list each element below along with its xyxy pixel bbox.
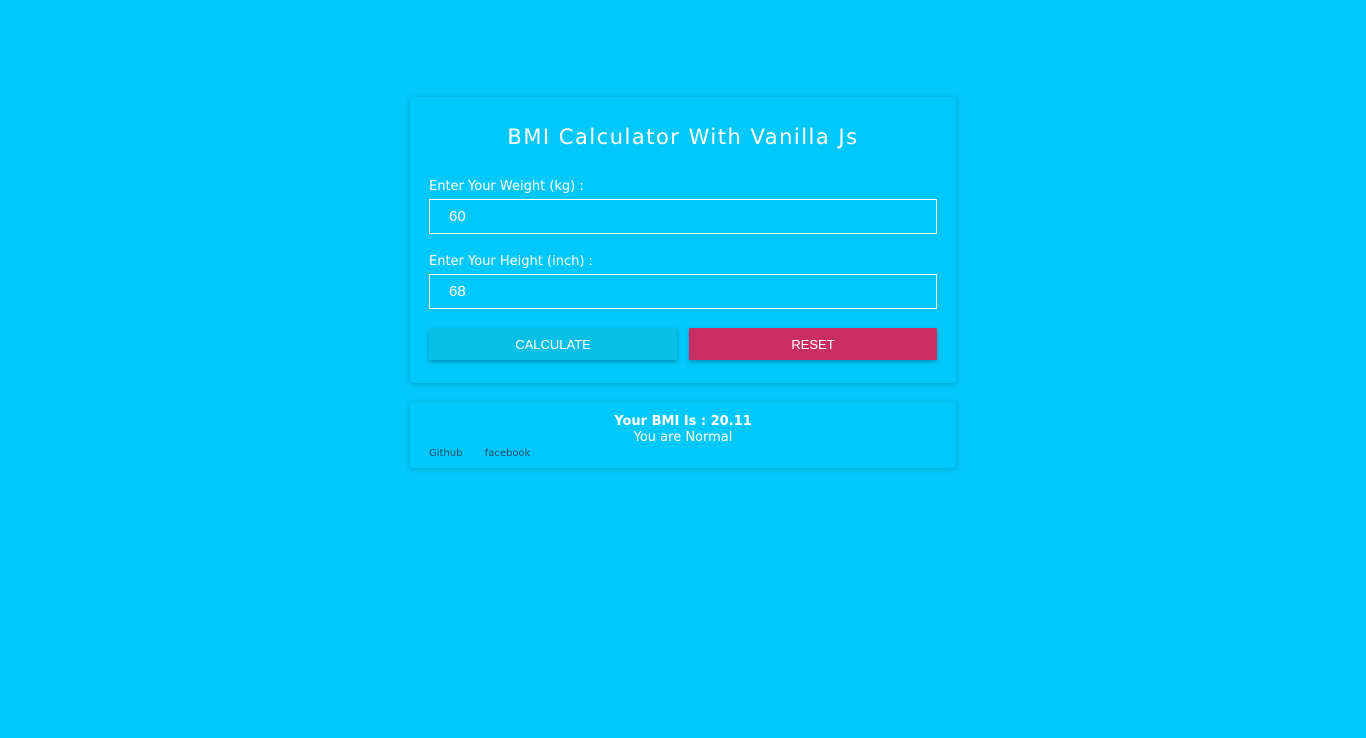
- height-input[interactable]: [429, 274, 937, 309]
- facebook-link[interactable]: facebook: [485, 448, 531, 459]
- height-label: Enter Your Height (inch) :: [429, 254, 593, 269]
- calculate-button[interactable]: CALCULATE: [429, 328, 677, 360]
- github-link[interactable]: Github: [429, 448, 462, 459]
- button-row: CALCULATE RESET: [429, 328, 937, 360]
- result-card: Your BMI Is : 20.11 You are Normal Githu…: [410, 402, 956, 468]
- bmi-result: Your BMI Is : 20.11: [614, 414, 752, 429]
- weight-input[interactable]: [429, 199, 937, 234]
- weight-label: Enter Your Weight (kg) :: [429, 179, 584, 194]
- bmi-calculator-card: BMI Calculator With Vanilla Js Enter You…: [410, 97, 956, 383]
- social-links: Github facebook: [429, 447, 937, 460]
- reset-button[interactable]: RESET: [689, 328, 937, 360]
- bmi-status: You are Normal: [633, 430, 733, 445]
- page-title: BMI Calculator With Vanilla Js: [507, 125, 859, 149]
